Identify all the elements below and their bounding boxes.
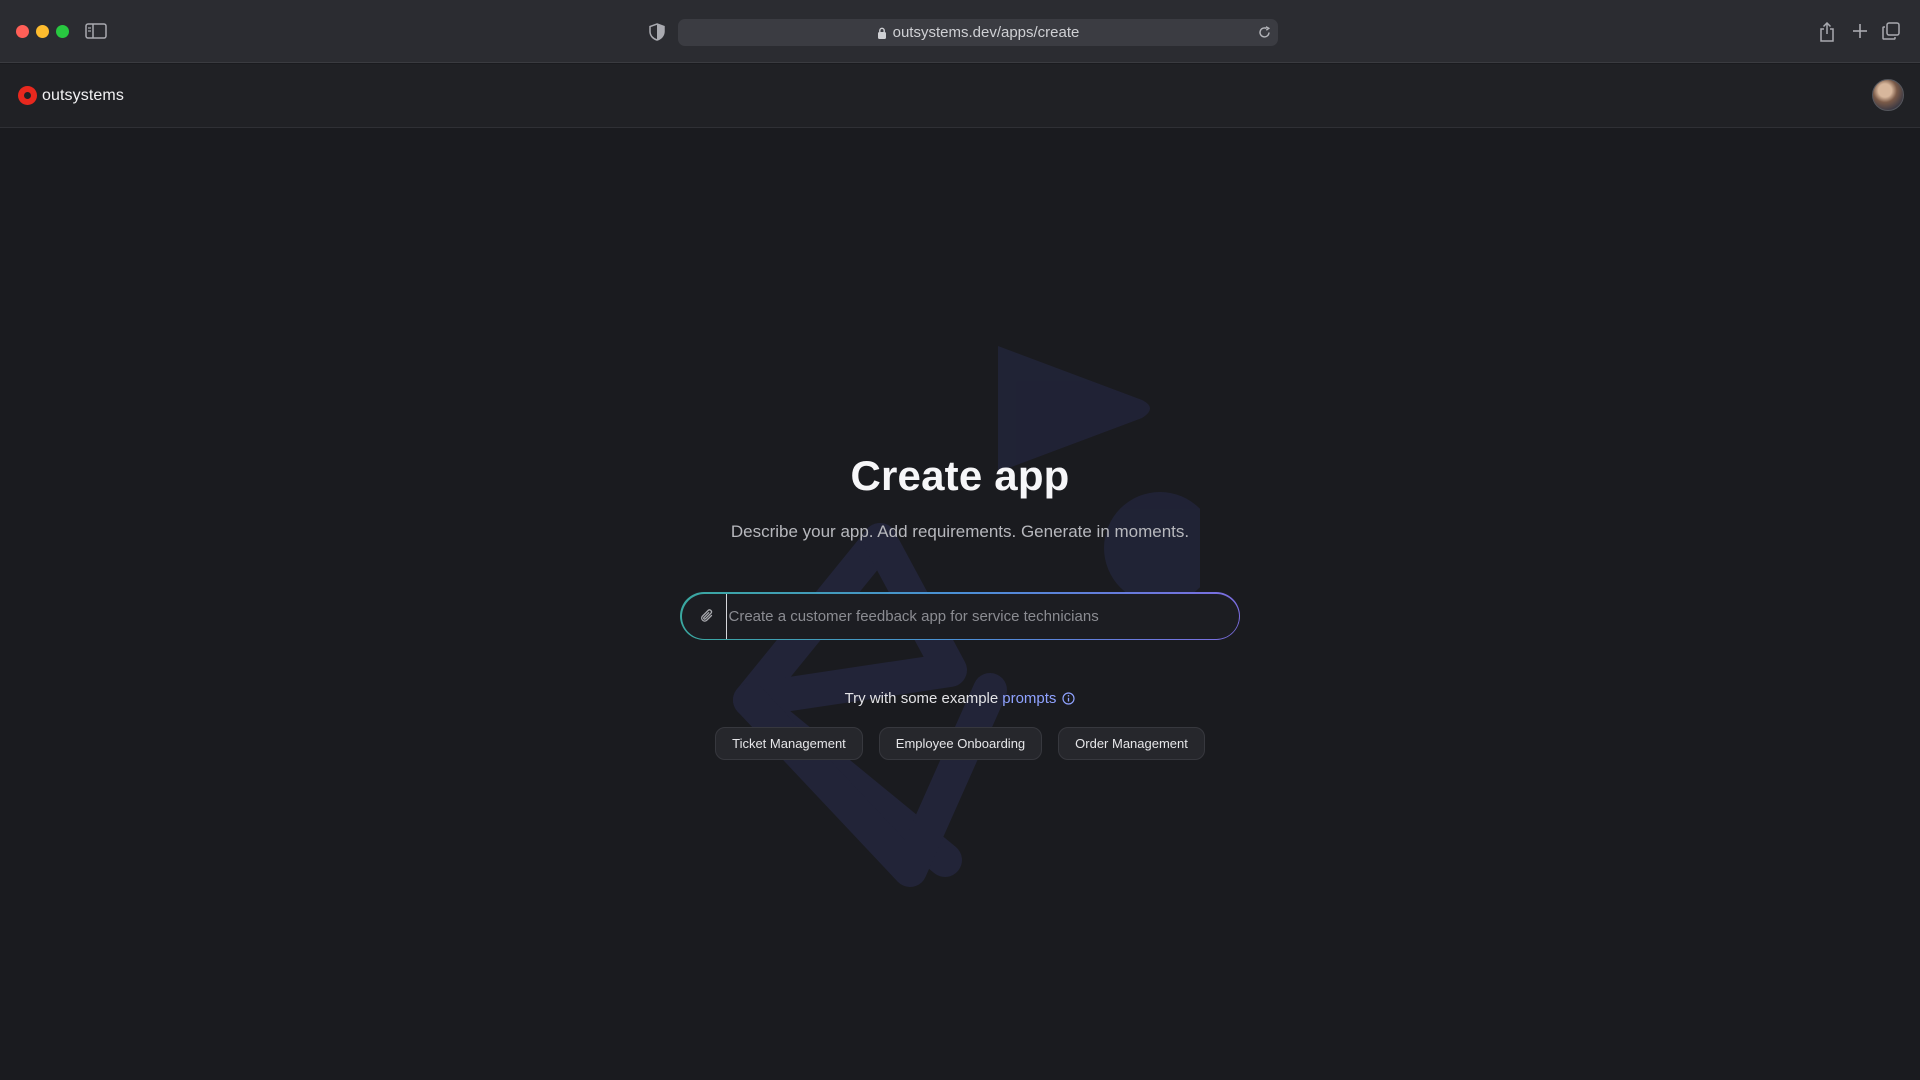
example-chips: Ticket Management Employee Onboarding Or… [0, 727, 1920, 760]
example-chip-ticket-management[interactable]: Ticket Management [715, 727, 863, 760]
examples-intro: Try with some example prompts [0, 690, 1920, 707]
close-window-button[interactable] [16, 25, 29, 38]
shield-icon[interactable] [646, 21, 668, 43]
example-chip-order-management[interactable]: Order Management [1058, 727, 1205, 760]
minimize-window-button[interactable] [36, 25, 49, 38]
outsystems-logo[interactable]: outsystems [18, 86, 124, 105]
page-subtitle: Describe your app. Add requirements. Gen… [730, 522, 1190, 541]
tabs-icon[interactable] [1880, 20, 1902, 42]
prompts-link[interactable]: prompts [1002, 690, 1056, 707]
examples-intro-text: Try with some example [844, 690, 999, 707]
prompt-box [680, 592, 1240, 640]
prompt-input[interactable] [725, 593, 1219, 639]
app-header: outsystems [0, 64, 1920, 128]
example-chip-employee-onboarding[interactable]: Employee Onboarding [878, 727, 1043, 760]
share-icon[interactable] [1816, 20, 1838, 44]
reload-icon[interactable] [1256, 24, 1272, 40]
plus-icon[interactable] [1850, 21, 1870, 41]
browser-toolbar: outsystems.dev/apps/create [0, 0, 1920, 63]
lock-icon [877, 27, 887, 39]
user-avatar[interactable] [1872, 79, 1904, 111]
sidebar-toggle-icon[interactable] [84, 22, 108, 40]
info-icon[interactable] [1062, 692, 1076, 705]
brand-name: outsystems [42, 86, 124, 104]
logo-icon [18, 86, 37, 105]
url-text: outsystems.dev/apps/create [892, 24, 1080, 41]
paperclip-icon[interactable] [698, 607, 716, 625]
maximize-window-button[interactable] [56, 25, 69, 38]
page-title: Create app [850, 452, 1070, 499]
address-bar[interactable]: outsystems.dev/apps/create [678, 19, 1278, 46]
